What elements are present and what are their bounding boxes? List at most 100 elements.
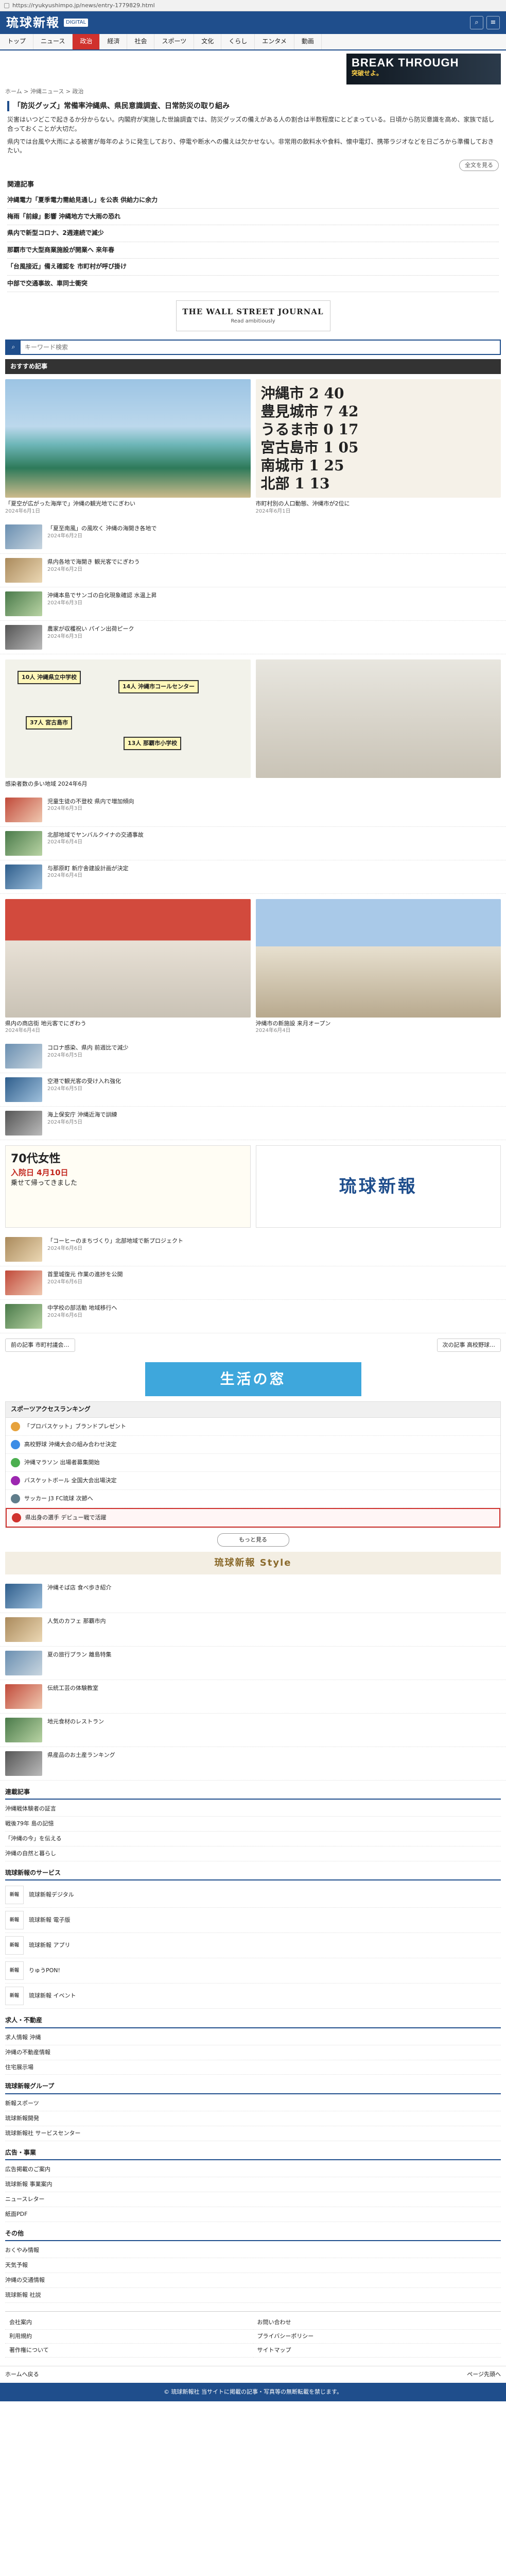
- section-item[interactable]: 住宅展示場: [5, 2060, 501, 2075]
- list-item[interactable]: 農家が収穫祝い パイン出荷ピーク 2024年6月3日: [0, 621, 506, 655]
- list-item[interactable]: 沖縄そば店 食べ歩き紹介: [0, 1580, 506, 1613]
- section-item[interactable]: 新報 琉球新報 アプリ: [5, 1933, 501, 1959]
- section-item[interactable]: 沖縄の不動産情報: [5, 2045, 501, 2060]
- section-item[interactable]: 新報 りゅうPON!: [5, 1958, 501, 1984]
- list-item[interactable]: 地元食材のレストラン: [0, 1714, 506, 1747]
- home-link[interactable]: ホームへ戻る: [5, 2370, 39, 2379]
- section-item[interactable]: 戦後79年 島の記憶: [5, 1817, 501, 1832]
- list-item[interactable]: 与那原町 新庁舎建設計画が決定 2024年6月4日: [0, 860, 506, 894]
- related-item[interactable]: 那覇市で大型商業施設が開業へ 来年春: [7, 242, 499, 259]
- thumb-image: [5, 1270, 42, 1296]
- section-item[interactable]: 沖縄の自然と暮らし: [5, 1846, 501, 1861]
- section-item[interactable]: 広告掲載のご案内: [5, 2162, 501, 2178]
- tab-video[interactable]: 動画: [294, 34, 322, 49]
- app-icon: 新報: [5, 1911, 24, 1930]
- related-item[interactable]: 県内で新型コロナ、2週連続で減少: [7, 225, 499, 242]
- section-item[interactable]: 琉球新報 社説: [5, 2288, 501, 2303]
- tab-economy[interactable]: 経済: [100, 34, 128, 49]
- list-item[interactable]: 高校野球 沖縄大会の組み合わせ決定: [6, 1436, 500, 1454]
- list-item-highlighted[interactable]: 県出身の選手 デビュー戦で活躍: [6, 1507, 500, 1528]
- related-item[interactable]: 梅雨「前線」影響 沖縄地方で大雨の恐れ: [7, 209, 499, 226]
- list-item[interactable]: バスケットボール 全国大会出場決定: [6, 1472, 500, 1490]
- list-item[interactable]: サッカー J3 FC琉球 次節へ: [6, 1490, 500, 1508]
- section-item[interactable]: 沖縄戦体験者の証言: [5, 1802, 501, 1817]
- tab-politics[interactable]: 政治: [73, 34, 100, 49]
- tab-top[interactable]: トップ: [0, 34, 34, 49]
- list-item[interactable]: 「コーヒーのまちづくり」北部地域で新プロジェクト 2024年6月6日: [0, 1233, 506, 1267]
- tab-society[interactable]: 社会: [127, 34, 155, 49]
- browser-url-bar[interactable]: https://ryukyushimpo.jp/news/entry-17798…: [0, 0, 506, 11]
- pr-ad-right[interactable]: 琉球新報: [255, 1145, 501, 1228]
- recommend-card[interactable]: 沖縄市 2 40 豊見城市 7 42 うるま市 0 17 宮古島市 1 05 南…: [255, 379, 501, 515]
- related-item[interactable]: 「台風接近」備え確認を 市町村が呼び掛け: [7, 259, 499, 276]
- style-banner[interactable]: 琉球新報 Style: [5, 1551, 501, 1574]
- section-item[interactable]: 紙面PDF: [5, 2207, 501, 2222]
- footer-link[interactable]: 会社案内: [5, 2316, 253, 2330]
- list-item[interactable]: 伝統工芸の体験教室: [0, 1680, 506, 1714]
- tab-sports[interactable]: スポーツ: [154, 34, 195, 49]
- section-item[interactable]: 琉球新報 事業案内: [5, 2177, 501, 2192]
- prev-article-link[interactable]: 前の記事 市町村議会…: [5, 1338, 75, 1352]
- page-top-link[interactable]: ページ先頭へ: [467, 2370, 501, 2379]
- list-item[interactable]: 児童生徒の不登校 県内で増加傾向 2024年6月3日: [0, 793, 506, 827]
- related-item[interactable]: 沖縄電力「夏季電力需給見通し」を公表 供給力に余力: [7, 192, 499, 209]
- section-item[interactable]: 天気予報: [5, 2258, 501, 2274]
- next-article-link[interactable]: 次の記事 高校野球…: [437, 1338, 501, 1352]
- section-item[interactable]: 琉球新報開発: [5, 2111, 501, 2126]
- list-item[interactable]: 「夏至南風」の風吹く 沖縄の海開き各地で 2024年6月2日: [0, 520, 506, 554]
- recommend-card[interactable]: 「夏空が広がった海岸で」沖縄の観光地でにぎわい 2024年6月1日: [5, 379, 251, 515]
- bullet-icon: [11, 1439, 20, 1449]
- tab-news[interactable]: ニュース: [33, 34, 73, 49]
- more-button[interactable]: もっと見る: [217, 1533, 289, 1547]
- recommend-card[interactable]: 県内の商店街 地元客でにぎわう 2024年6月4日: [5, 899, 251, 1035]
- footer-link[interactable]: サイトマップ: [253, 2344, 501, 2358]
- life-banner[interactable]: 生活の窓: [145, 1362, 361, 1397]
- section-item[interactable]: 「沖縄の今」を伝える: [5, 1832, 501, 1846]
- list-item[interactable]: 北部地域でヤンバルクイナの交通事故 2024年6月4日: [0, 827, 506, 860]
- list-item[interactable]: 沖縄マラソン 出場者募集開始: [6, 1454, 500, 1472]
- pr-ad-left[interactable]: 70代女性 入院日 4月10日 乗せて帰ってきました: [5, 1145, 251, 1228]
- photo-card[interactable]: [255, 659, 501, 788]
- list-item[interactable]: コロナ感染、県内 前週比で減少 2024年6月5日: [0, 1040, 506, 1074]
- site-logo[interactable]: 琉球新報: [6, 14, 60, 32]
- list-item[interactable]: 夏の旅行プラン 離島特集: [0, 1647, 506, 1680]
- section-item[interactable]: おくやみ情報: [5, 2243, 501, 2259]
- tab-culture[interactable]: 文化: [194, 34, 222, 49]
- ad-wsj[interactable]: THE WALL STREET JOURNAL Read ambitiously: [176, 300, 330, 331]
- section-item[interactable]: 新報 琉球新報 イベント: [5, 1984, 501, 2009]
- search-icon[interactable]: ⌕: [470, 16, 483, 29]
- tab-life[interactable]: くらし: [221, 34, 255, 49]
- read-more-button[interactable]: 全文を見る: [459, 159, 499, 171]
- search-icon[interactable]: ⌕: [6, 340, 21, 354]
- section-item[interactable]: ニュースレター: [5, 2192, 501, 2207]
- related-item[interactable]: 中部で交通事故、車同士衝突: [7, 276, 499, 292]
- breadcrumb[interactable]: ホーム > 沖縄ニュース > 政治: [0, 88, 506, 98]
- footer-link[interactable]: プライバシーポリシー: [253, 2330, 501, 2344]
- list-item[interactable]: 海上保安庁 沖縄近海で訓練 2024年6月5日: [0, 1107, 506, 1141]
- list-item[interactable]: 県産品のお土産ランキング: [0, 1747, 506, 1781]
- section-item[interactable]: 求人情報 沖縄: [5, 2030, 501, 2045]
- recommend-card[interactable]: 沖縄市の新施設 来月オープン 2024年6月4日: [255, 899, 501, 1035]
- list-item[interactable]: 人気のカフェ 那覇市内: [0, 1613, 506, 1647]
- tab-entertainment[interactable]: エンタメ: [255, 34, 294, 49]
- list-item[interactable]: 中学校の部活動 地域移行へ 2024年6月6日: [0, 1300, 506, 1334]
- section-item[interactable]: 沖縄の交通情報: [5, 2273, 501, 2289]
- section-item[interactable]: 琉球新報社 サービスセンター: [5, 2126, 501, 2141]
- map-card[interactable]: 10人 沖縄県立中学校 14人 沖縄市コールセンター 37人 宮古島市 13人 …: [5, 659, 251, 788]
- ad-banner-top[interactable]: BREAK THROUGH 突破せよ。: [346, 54, 501, 84]
- footer-link[interactable]: 著作権について: [5, 2344, 253, 2358]
- list-item[interactable]: 沖縄本島でサンゴの白化現象確認 水温上昇 2024年6月3日: [0, 587, 506, 621]
- section-item[interactable]: 新報 琉球新報 電子版: [5, 1908, 501, 1934]
- list-item[interactable]: 空港で観光客の受け入れ強化 2024年6月5日: [0, 1073, 506, 1107]
- menu-icon[interactable]: ≡: [486, 16, 500, 29]
- list-item[interactable]: 首里城復元 作業の進捗を公開 2024年6月6日: [0, 1266, 506, 1300]
- section-item-label: 琉球新報 イベント: [29, 1992, 76, 1999]
- list-item[interactable]: 県内各地で海開き 観光客でにぎわう 2024年6月2日: [0, 554, 506, 588]
- section-item[interactable]: 新報 琉球新報デジタル: [5, 1883, 501, 1908]
- footer-link[interactable]: 利用規約: [5, 2330, 253, 2344]
- list-item[interactable]: 「プロバスケット」ブランドプレゼント: [6, 1418, 500, 1436]
- footer-link[interactable]: お問い合わせ: [253, 2316, 501, 2330]
- shop-photo: [5, 899, 251, 1018]
- section-item[interactable]: 新報スポーツ: [5, 2096, 501, 2111]
- search-input[interactable]: [21, 340, 500, 354]
